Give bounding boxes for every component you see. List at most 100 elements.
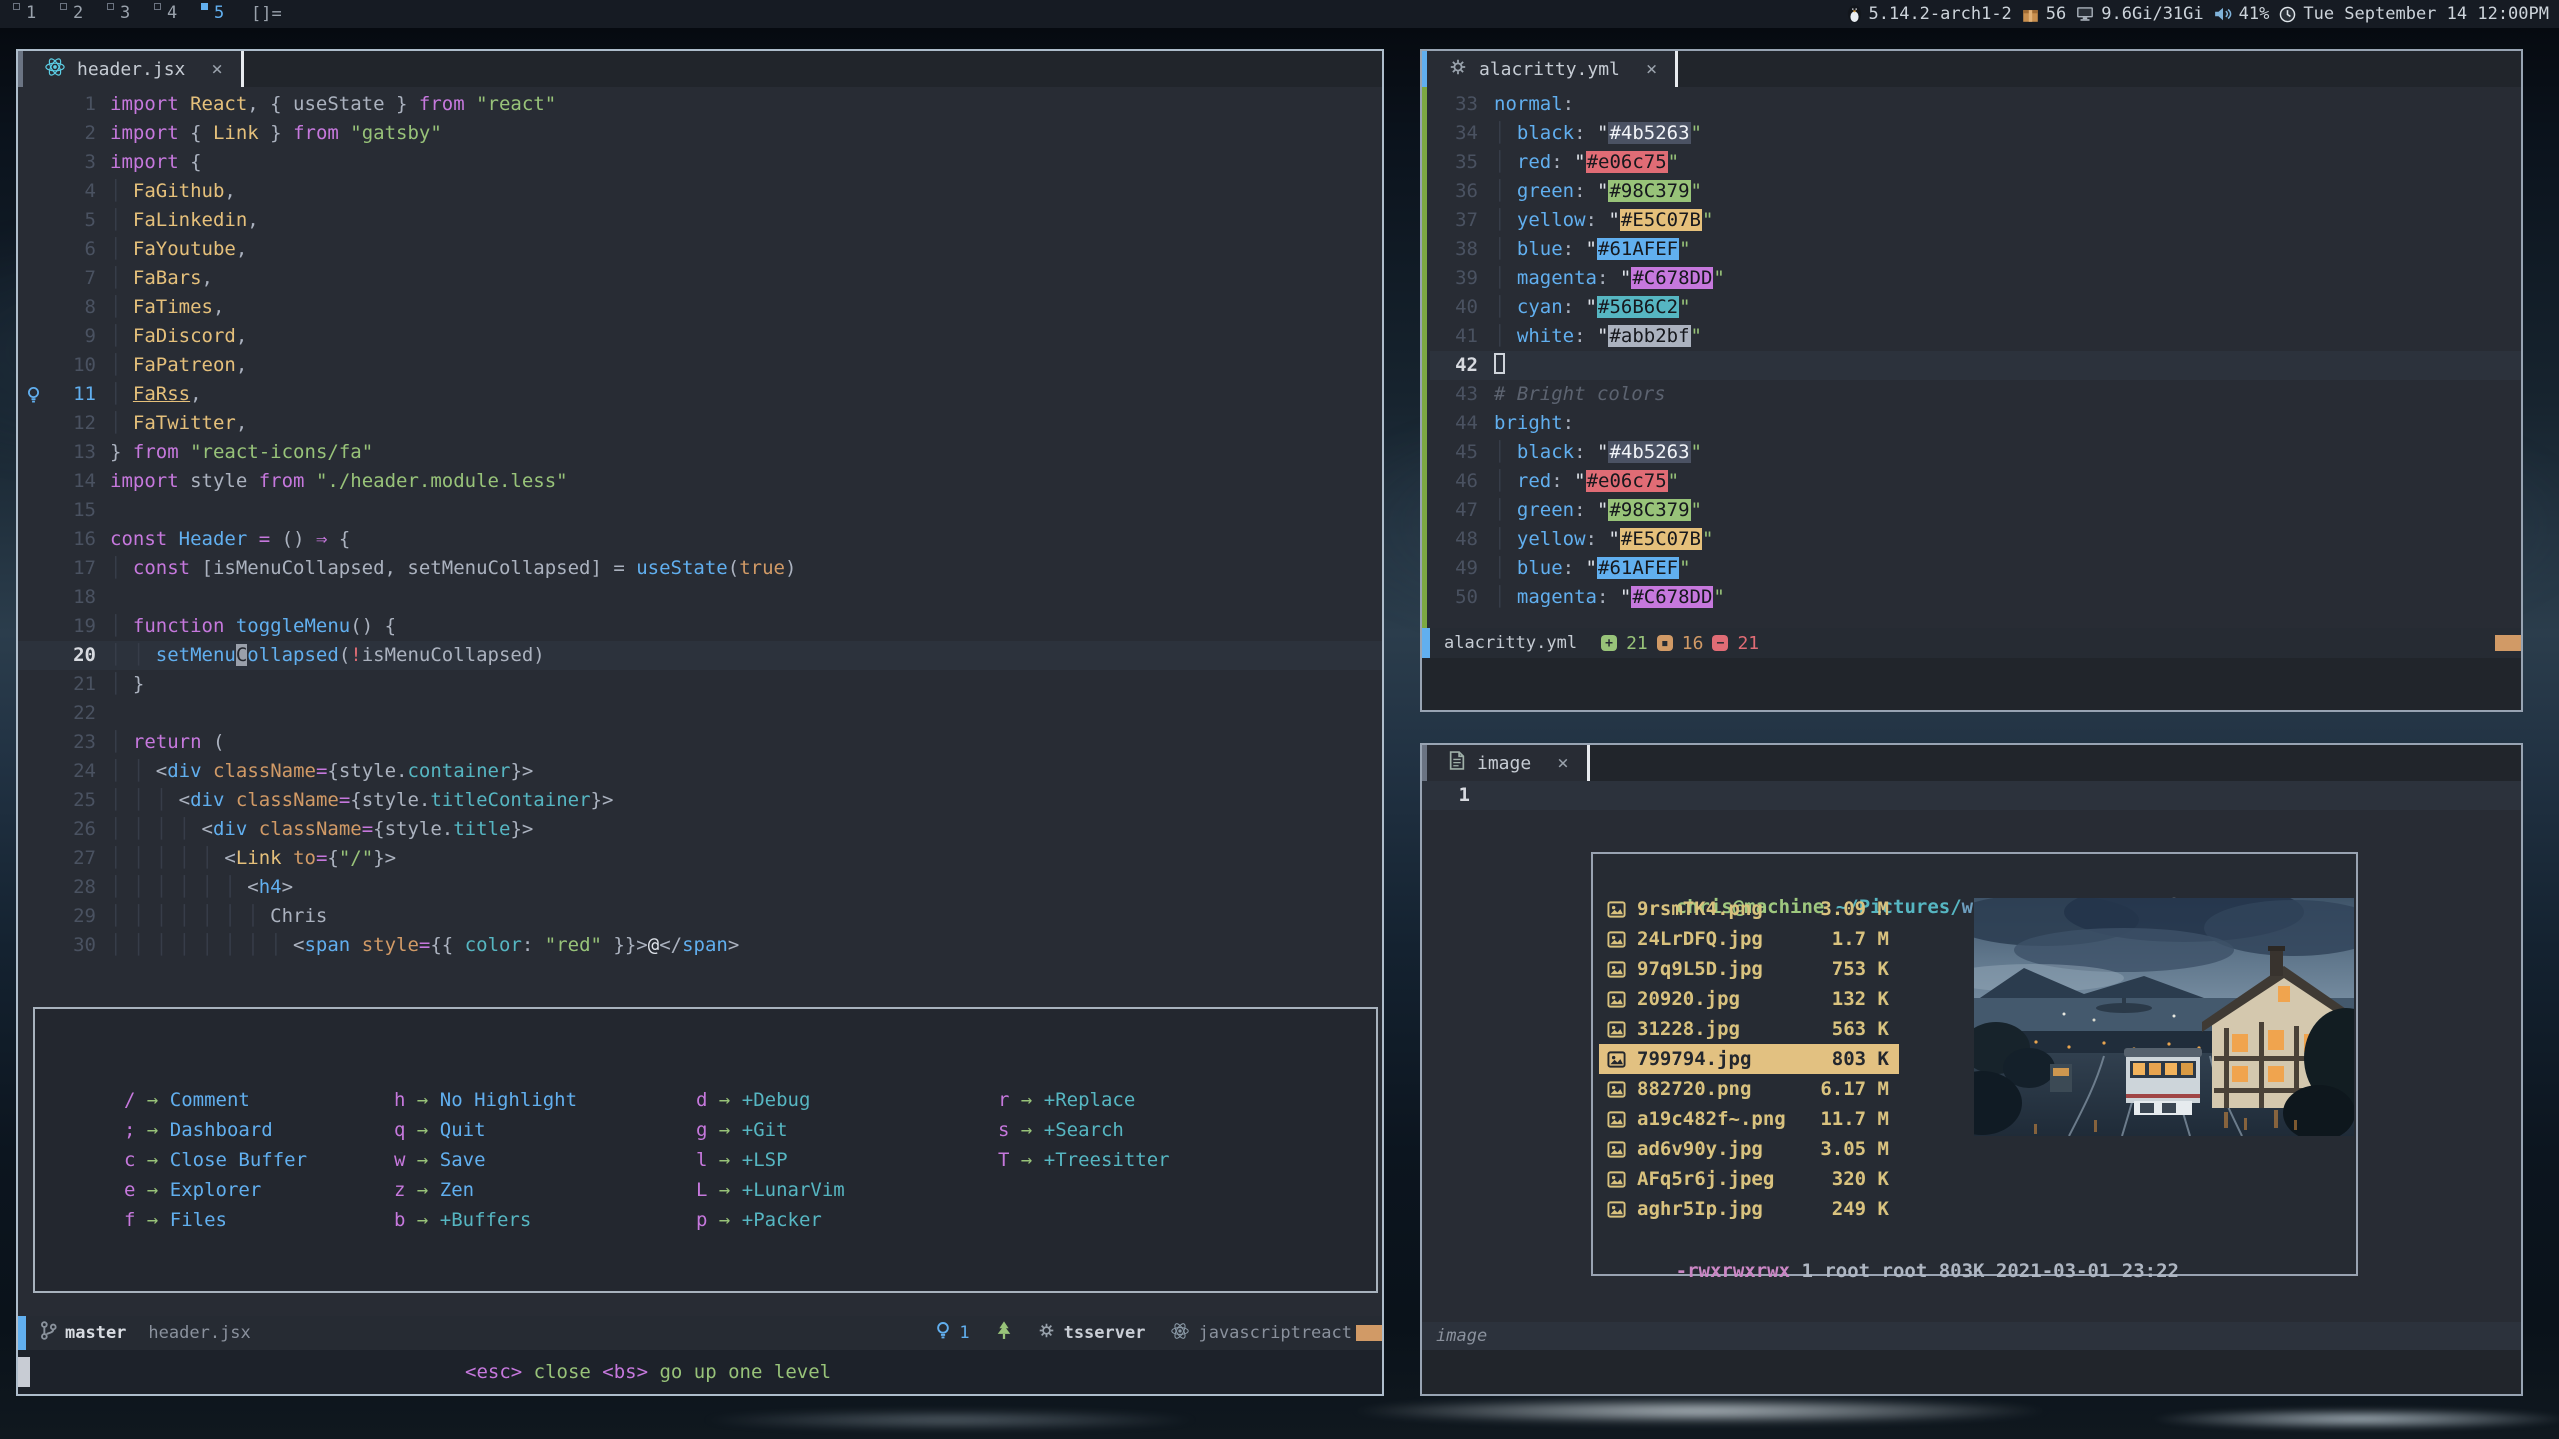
line-number: 42	[1430, 351, 1494, 380]
yaml-window: alacritty.yml × 33normal:34│ black: "#4b…	[1420, 49, 2523, 712]
code-line-36[interactable]: 36│ green: "#98C379"	[1430, 177, 2521, 206]
file-row-AFq5r6j.jpeg[interactable]: AFq5r6j.jpeg320 K	[1599, 1164, 1899, 1194]
whichkey-popup: / → Comment; → Dashboardc → Close Buffer…	[33, 1007, 1378, 1293]
workspace-button-1[interactable]: 1	[6, 0, 53, 28]
whichkey-item-p[interactable]: p → +Packer	[696, 1205, 845, 1235]
whichkey-item-b[interactable]: b → +Buffers	[394, 1205, 577, 1235]
buffer-line-1[interactable]: 1	[1422, 781, 2521, 810]
file-row-31228.jpg[interactable]: 31228.jpg563 K	[1599, 1014, 1899, 1044]
code-line-1[interactable]: 1import React, { useState } from "react"	[18, 90, 1382, 119]
tab-close-button[interactable]: ×	[1646, 58, 1657, 80]
file-row-97q9L5D.jpg[interactable]: 97q9L5D.jpg753 K	[1599, 954, 1899, 984]
code-line-47[interactable]: 47│ green: "#98C379"	[1430, 496, 2521, 525]
code-line-5[interactable]: 5│ FaLinkedin,	[18, 206, 1382, 235]
code-line-50[interactable]: 50│ magenta: "#C678DD"	[1430, 583, 2521, 612]
code-line-42[interactable]: 42	[1430, 351, 2521, 380]
code-line-26[interactable]: 26│ │ │ │ <div className={style.title}>	[18, 815, 1382, 844]
tab-close-button[interactable]: ×	[1557, 752, 1568, 774]
whichkey-item-g[interactable]: g → +Git	[696, 1115, 845, 1145]
code-line-18[interactable]: 18	[18, 583, 1382, 612]
workspace-button-5[interactable]: 5	[194, 0, 241, 28]
whichkey-item-;[interactable]: ; → Dashboard	[124, 1115, 307, 1145]
code-line-20[interactable]: 20│ │ setMenuCollapsed(!isMenuCollapsed)	[18, 641, 1382, 670]
file-row-882720.png[interactable]: 882720.png6.17 M	[1599, 1074, 1899, 1104]
whichkey-item-s[interactable]: s → +Search	[998, 1115, 1170, 1145]
code-line-13[interactable]: 13} from "react-icons/fa"	[18, 438, 1382, 467]
code-line-11[interactable]: 11│ FaRss,	[18, 380, 1382, 409]
code-line-16[interactable]: 16const Header = () ⇒ {	[18, 525, 1382, 554]
workspace-button-3[interactable]: 3	[100, 0, 147, 28]
code-line-49[interactable]: 49│ blue: "#61AFEF"	[1430, 554, 2521, 583]
code-line-23[interactable]: 23│ return (	[18, 728, 1382, 757]
code-line-14[interactable]: 14import style from "./header.module.les…	[18, 467, 1382, 496]
code-line-44[interactable]: 44bright:	[1430, 409, 2521, 438]
code-line-48[interactable]: 48│ yellow: "#E5C07B"	[1430, 525, 2521, 554]
whichkey-item-d[interactable]: d → +Debug	[696, 1085, 845, 1115]
code-line-41[interactable]: 41│ white: "#abb2bf"	[1430, 322, 2521, 351]
whichkey-item-r[interactable]: r → +Replace	[998, 1085, 1170, 1115]
line-number: 50	[1430, 583, 1494, 612]
tab-header-jsx[interactable]: header.jsx ×	[23, 51, 241, 87]
code-line-10[interactable]: 10│ FaPatreon,	[18, 351, 1382, 380]
whichkey-item-/[interactable]: / → Comment	[124, 1085, 307, 1115]
line-number: 1	[18, 90, 110, 119]
whichkey-item-L[interactable]: L → +LunarVim	[696, 1175, 845, 1205]
scroll-indicator[interactable]	[2495, 635, 2521, 651]
code-line-15[interactable]: 15	[18, 496, 1382, 525]
layout-indicator[interactable]: []=	[251, 4, 282, 24]
code-line-45[interactable]: 45│ black: "#4b5263"	[1430, 438, 2521, 467]
code-line-34[interactable]: 34│ black: "#4b5263"	[1430, 119, 2521, 148]
code-line-2[interactable]: 2import { Link } from "gatsby"	[18, 119, 1382, 148]
code-line-30[interactable]: 30│ │ │ │ │ │ │ │ <span style={{ color: …	[18, 931, 1382, 960]
whichkey-item-e[interactable]: e → Explorer	[124, 1175, 307, 1205]
code-line-21[interactable]: 21│ }	[18, 670, 1382, 699]
code-line-25[interactable]: 25│ │ │ <div className={style.titleConta…	[18, 786, 1382, 815]
code-line-33[interactable]: 33normal:	[1430, 90, 2521, 119]
code-line-29[interactable]: 29│ │ │ │ │ │ │ Chris	[18, 902, 1382, 931]
whichkey-item-w[interactable]: w → Save	[394, 1145, 577, 1175]
tab-image[interactable]: image ×	[1427, 745, 1587, 781]
code-line-39[interactable]: 39│ magenta: "#C678DD"	[1430, 264, 2521, 293]
code-line-43[interactable]: 43# Bright colors	[1430, 380, 2521, 409]
code-line-22[interactable]: 22	[18, 699, 1382, 728]
file-row-aghr5Ip.jpg[interactable]: aghr5Ip.jpg249 K	[1599, 1194, 1899, 1224]
workspace-button-2[interactable]: 2	[53, 0, 100, 28]
code-line-38[interactable]: 38│ blue: "#61AFEF"	[1430, 235, 2521, 264]
line-number: 16	[18, 525, 110, 554]
code-line-46[interactable]: 46│ red: "#e06c75"	[1430, 467, 2521, 496]
code-line-4[interactable]: 4│ FaGithub,	[18, 177, 1382, 206]
whichkey-item-T[interactable]: T → +Treesitter	[998, 1145, 1170, 1175]
whichkey-item-h[interactable]: h → No Highlight	[394, 1085, 577, 1115]
code-line-35[interactable]: 35│ red: "#e06c75"	[1430, 148, 2521, 177]
code-line-24[interactable]: 24│ │ <div className={style.container}>	[18, 757, 1382, 786]
image-file-icon	[1607, 1020, 1626, 1039]
file-row-20920.jpg[interactable]: 20920.jpg132 K	[1599, 984, 1899, 1014]
code-line-19[interactable]: 19│ function toggleMenu() {	[18, 612, 1382, 641]
code-line-6[interactable]: 6│ FaYoutube,	[18, 235, 1382, 264]
code-line-28[interactable]: 28│ │ │ │ │ │ <h4>	[18, 873, 1382, 902]
file-row-24LrDFQ.jpg[interactable]: 24LrDFQ.jpg1.7 M	[1599, 924, 1899, 954]
whichkey-item-l[interactable]: l → +LSP	[696, 1145, 845, 1175]
file-row-799794.jpg[interactable]: 799794.jpg803 K	[1599, 1044, 1899, 1074]
whichkey-item-c[interactable]: c → Close Buffer	[124, 1145, 307, 1175]
file-row-9rsmTK4.png[interactable]: 9rsmTK4.png3.09 M	[1599, 894, 1899, 924]
file-row-a19c482f~.png[interactable]: a19c482f~.png11.7 M	[1599, 1104, 1899, 1134]
code-line-8[interactable]: 8│ FaTimes,	[18, 293, 1382, 322]
code-line-40[interactable]: 40│ cyan: "#56B6C2"	[1430, 293, 2521, 322]
workspace-button-4[interactable]: 4	[147, 0, 194, 28]
whichkey-item-z[interactable]: z → Zen	[394, 1175, 577, 1205]
line-number: 41	[1430, 322, 1494, 351]
whichkey-item-f[interactable]: f → Files	[124, 1205, 307, 1235]
code-line-27[interactable]: 27│ │ │ │ │ <Link to={"/"}>	[18, 844, 1382, 873]
file-row-ad6v90y.jpg[interactable]: ad6v90y.jpg3.05 M	[1599, 1134, 1899, 1164]
code-line-9[interactable]: 9│ FaDiscord,	[18, 322, 1382, 351]
tab-close-button[interactable]: ×	[211, 58, 222, 80]
tab-alacritty-yml[interactable]: alacritty.yml ×	[1427, 51, 1675, 87]
code-line-12[interactable]: 12│ FaTwitter,	[18, 409, 1382, 438]
code-line-37[interactable]: 37│ yellow: "#E5C07B"	[1430, 206, 2521, 235]
scroll-indicator[interactable]	[1356, 1325, 1382, 1341]
code-line-17[interactable]: 17│ const [isMenuCollapsed, setMenuColla…	[18, 554, 1382, 583]
code-line-3[interactable]: 3import {	[18, 148, 1382, 177]
code-line-7[interactable]: 7│ FaBars,	[18, 264, 1382, 293]
whichkey-item-q[interactable]: q → Quit	[394, 1115, 577, 1145]
